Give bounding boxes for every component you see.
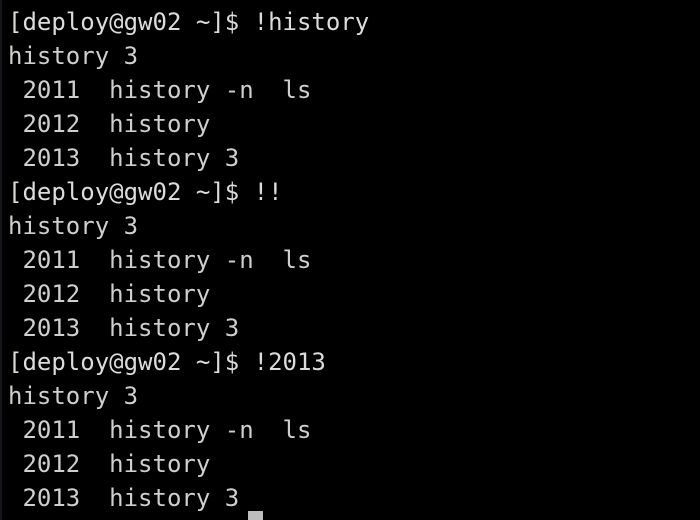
history-entry-row: 2011 history -n ls [8,246,312,274]
prompt-line: [deploy@gw02 ~]$ !2013 [8,348,326,376]
prompt-line: [deploy@gw02 ~]$ !! [8,178,283,206]
history-entry-row: 2013 history 3 [8,314,240,342]
command-echo-line: history 3 [8,212,139,240]
command-echo-line: history 3 [8,382,139,410]
history-entry-row: 2012 history [8,110,211,138]
terminal-screen: [deploy@gw02 ~]$ !history history 3 2011… [0,5,700,515]
history-entry-row: 2013 history 3 [8,144,240,172]
history-entry-row: 2011 history -n ls [8,76,312,104]
text-cursor[interactable] [248,511,263,520]
history-entry-row: 2011 history -n ls [8,416,312,444]
terminal-window[interactable]: 2013 history 3 [deploy@gw02 ~]$ !history… [0,0,700,520]
command-echo-line: history 3 [8,42,139,70]
scrollback-partial-line: 2013 history 3 [0,0,700,4]
prompt-line: [deploy@gw02 ~]$ !history [8,8,370,36]
history-entry-row: 2012 history [8,280,211,308]
history-entry-row: 2012 history [8,450,211,478]
history-entry-row: 2013 history 3 [8,484,240,512]
